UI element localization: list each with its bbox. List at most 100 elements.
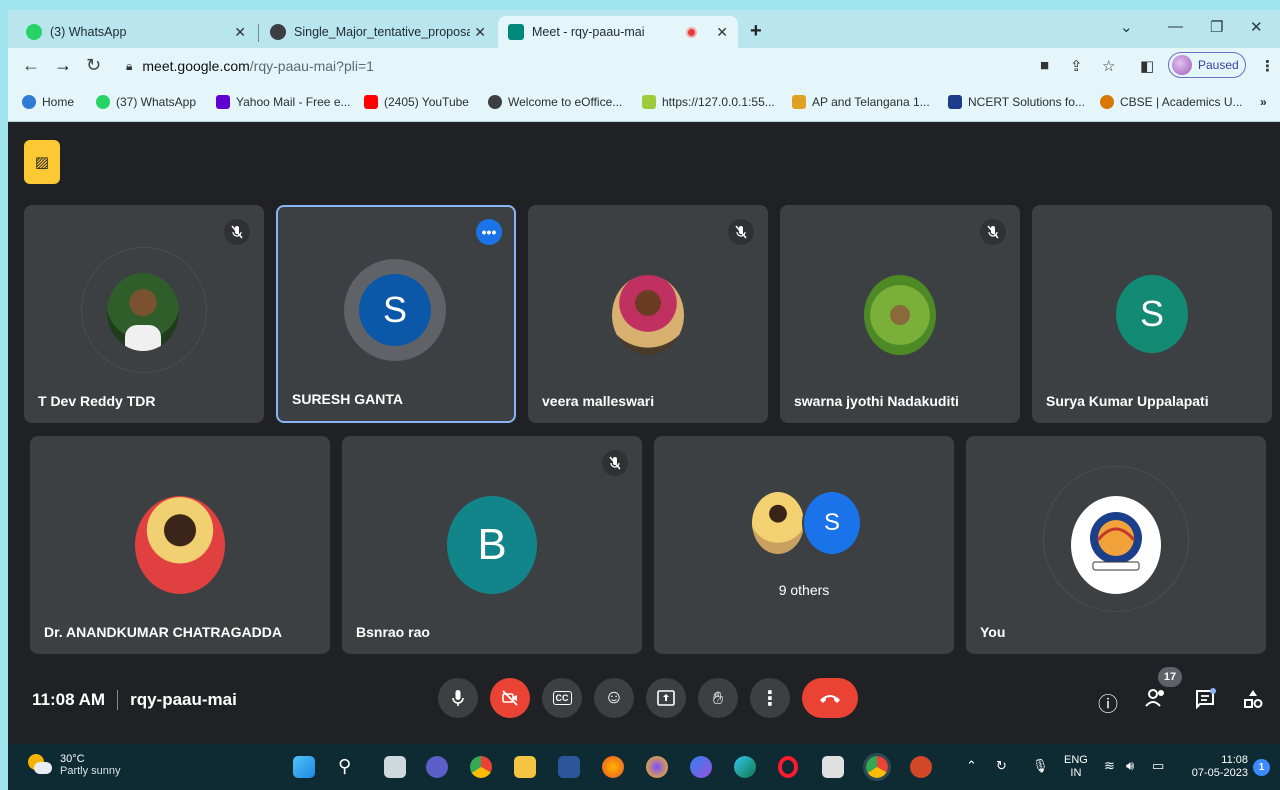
browser-icon[interactable] [646, 756, 668, 778]
mail-icon [216, 95, 230, 109]
task-view-icon[interactable] [384, 756, 406, 778]
more-bookmarks-icon[interactable]: » [1260, 95, 1267, 109]
participant-tile[interactable]: Dr. ANANDKUMAR CHATRAGADDA [30, 436, 330, 654]
battery-icon[interactable]: ▭ [1152, 758, 1164, 774]
windows-start-icon[interactable] [293, 756, 315, 778]
bookmark-youtube[interactable]: (2405) YouTube [364, 95, 469, 109]
self-tile[interactable]: You [966, 436, 1266, 654]
camera-icon[interactable]: ■ [1040, 57, 1049, 74]
minimize-icon[interactable]: — [1168, 18, 1183, 35]
leave-call-button[interactable] [802, 678, 858, 718]
reload-icon[interactable]: ↻ [86, 55, 101, 76]
participant-tile[interactable]: S Surya Kumar Uppalapati [1032, 205, 1272, 423]
weather-widget[interactable]: 30°C Partly sunny [26, 753, 121, 777]
meeting-details-icon[interactable]: ⓘ [1098, 688, 1118, 717]
bookmark-label: AP and Telangana 1... [812, 95, 930, 109]
microphone-tray-icon[interactable]: 🎙︎ [1032, 758, 1049, 774]
bookmark-cbse[interactable]: CBSE | Academics U... [1100, 95, 1243, 109]
show-hidden-icons[interactable]: ⌃ [966, 758, 977, 774]
hang-up-icon [820, 695, 840, 703]
side-panel-icon[interactable]: ◧ [1140, 57, 1154, 75]
more-vertical-icon: ⋮ [760, 687, 780, 710]
tab-bar: (3) WhatsApp ✕ Single_Major_tentative_pr… [8, 10, 1280, 48]
address-bar[interactable]: 🔒︎ meet.google.com /rqy-paau-mai?pli=1 [114, 52, 1124, 80]
close-icon[interactable]: ✕ [474, 24, 486, 41]
clock-time: 11:08 [1221, 754, 1248, 766]
weather-text: Partly sunny [60, 765, 121, 777]
tab-proposal[interactable]: Single_Major_tentative_proposal ✕ [260, 16, 496, 48]
notification-badge[interactable]: 1 [1253, 759, 1270, 776]
new-tab-button[interactable]: + [750, 20, 762, 43]
tab-title: Single_Major_tentative_proposal [294, 25, 470, 39]
camera-toggle-button[interactable] [490, 678, 530, 718]
emoji-button[interactable]: ☺ [594, 678, 634, 718]
powerpoint-icon[interactable] [910, 756, 932, 778]
video-off-badge-icon[interactable]: ▨ [24, 140, 60, 184]
window-close-icon[interactable]: ✕ [1250, 18, 1263, 36]
close-icon[interactable]: ✕ [716, 24, 728, 41]
tab-meet[interactable]: Meet - rqy-paau-mai ✕ [498, 16, 738, 48]
microphone-button[interactable] [438, 678, 478, 718]
wifi-icon[interactable]: ≋ [1104, 758, 1115, 774]
back-icon[interactable]: ← [22, 55, 40, 76]
meeting-code: rqy-paau-mai [130, 690, 237, 709]
windows-taskbar: 30°C Partly sunny ⚲ ⌃ ↻ 🎙︎ ENG IN ≋ 🔊︎ ▭… [8, 744, 1280, 790]
activities-icon[interactable] [1242, 688, 1264, 716]
captions-button[interactable]: CC [542, 678, 582, 718]
system-clock[interactable]: 11:08 07-05-2023 [1176, 754, 1248, 780]
present-button[interactable] [646, 678, 686, 718]
more-options-button[interactable]: ⋮ [750, 678, 790, 718]
hand-icon: ✋︎ [712, 687, 724, 708]
menu-icon[interactable]: ⋮ [1260, 57, 1275, 75]
participant-name: swarna jyothi Nadakuditi [794, 393, 959, 409]
language-code: ENG [1064, 754, 1088, 766]
participant-photo [107, 273, 179, 351]
file-explorer-icon[interactable] [514, 756, 536, 778]
copilot-icon[interactable] [690, 756, 712, 778]
bookmark-home[interactable]: Home [22, 95, 74, 109]
volume-icon[interactable]: 🔊︎ [1126, 758, 1134, 774]
participant-tile[interactable]: B Bsnrao rao [342, 436, 642, 654]
partly-sunny-icon [26, 754, 52, 776]
participant-photo [135, 496, 225, 594]
others-tile[interactable]: S 9 others [654, 436, 954, 654]
more-options-button[interactable]: ••• [476, 219, 502, 245]
restore-icon[interactable]: ❐ [1210, 18, 1223, 36]
bookmark-label: Home [42, 95, 75, 109]
bookmark-ap-telangana[interactable]: AP and Telangana 1... [792, 95, 930, 109]
people-icon[interactable] [1144, 688, 1168, 714]
globe-icon [270, 24, 286, 40]
participant-tile[interactable]: swarna jyothi Nadakuditi [780, 205, 1020, 423]
close-icon[interactable]: ✕ [234, 24, 246, 41]
snipping-tool-icon[interactable] [822, 756, 844, 778]
chrome-icon[interactable] [470, 756, 492, 778]
opera-icon[interactable] [778, 756, 798, 778]
bookmark-whatsapp[interactable]: (37) WhatsApp [96, 95, 196, 109]
chrome-active-icon[interactable] [863, 753, 891, 781]
clock-date: 07-05-2023 [1191, 767, 1248, 779]
language-indicator[interactable]: ENG IN [1064, 754, 1088, 780]
firefox-icon[interactable] [602, 756, 624, 778]
participant-tile[interactable]: T Dev Reddy TDR [24, 205, 264, 423]
bookmark-label: CBSE | Academics U... [1120, 95, 1243, 109]
onedrive-sync-icon[interactable]: ↻ [996, 758, 1007, 774]
search-icon[interactable]: ⚲ [338, 756, 360, 778]
participant-tile[interactable]: S ••• SURESH GANTA [276, 205, 516, 423]
participant-tile[interactable]: veera malleswari [528, 205, 768, 423]
tab-search-icon[interactable]: ⌄ [1120, 18, 1133, 36]
tab-whatsapp[interactable]: (3) WhatsApp ✕ [16, 16, 256, 48]
bookmark-eoffice[interactable]: Welcome to eOffice... [488, 95, 622, 109]
teams-chat-icon[interactable] [426, 756, 448, 778]
bookmark-yahoo[interactable]: Yahoo Mail - Free e... [216, 95, 351, 109]
forward-icon[interactable]: → [54, 55, 72, 76]
bookmark-localhost[interactable]: https://127.0.0.1:55... [642, 95, 775, 109]
edge-icon[interactable] [734, 756, 756, 778]
chat-icon[interactable] [1194, 688, 1216, 716]
word-icon[interactable] [558, 756, 580, 778]
bookmark-star-icon[interactable]: ☆ [1102, 57, 1115, 75]
whatsapp-icon [96, 95, 110, 109]
bookmark-ncert[interactable]: NCERT Solutions fo... [948, 95, 1085, 109]
share-icon[interactable]: ⇪ [1070, 57, 1083, 75]
raise-hand-button[interactable]: ✋︎ [698, 678, 738, 718]
profile-button[interactable]: Paused [1168, 52, 1246, 78]
